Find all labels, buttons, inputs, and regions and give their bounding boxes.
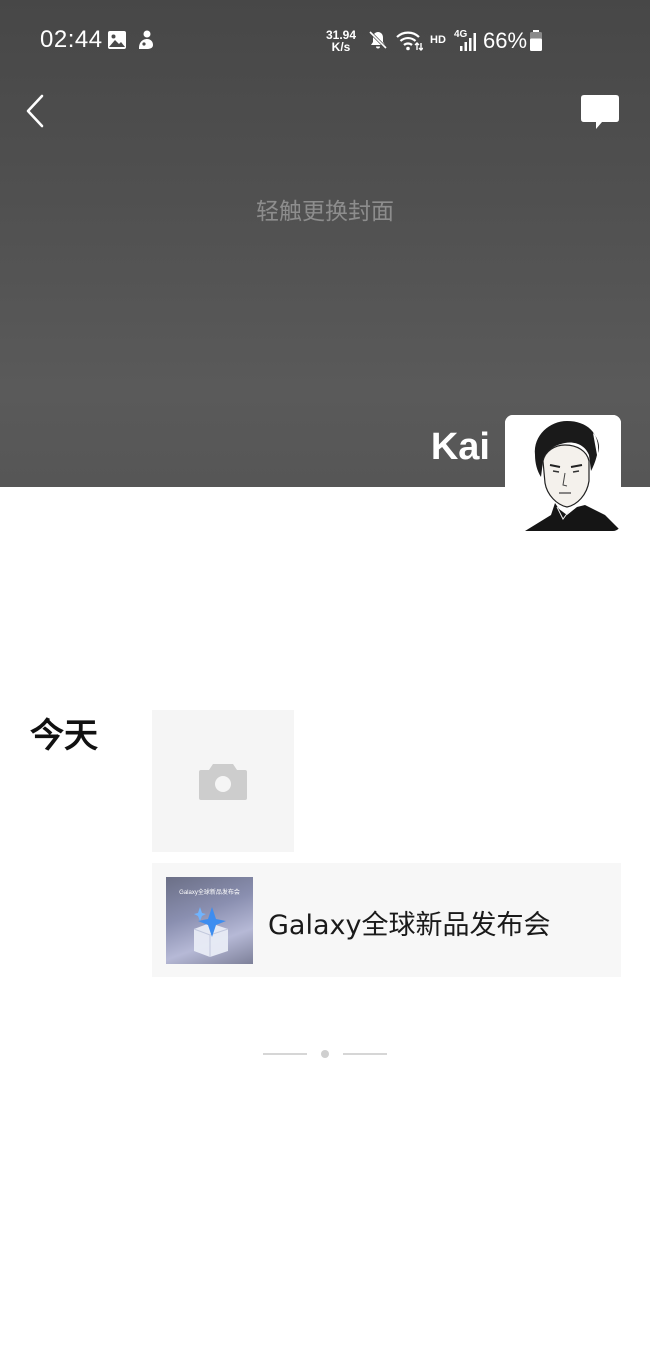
day-label: 今天	[30, 716, 98, 756]
divider-dot	[321, 1050, 329, 1058]
share-thumbnail: Galaxy全球新品发布会	[166, 877, 253, 964]
divider-line-left	[263, 1053, 307, 1055]
app-notification-icon	[136, 29, 156, 55]
wifi-icon	[395, 30, 424, 56]
net-speed: 31.94 K/s	[326, 29, 356, 53]
avatar-image	[505, 415, 621, 531]
message-icon	[581, 95, 619, 129]
chevron-left-icon	[26, 94, 44, 128]
end-of-feed-divider	[263, 1047, 387, 1061]
profile-name: Kai	[430, 426, 490, 468]
signal-icon	[458, 32, 478, 56]
net-speed-unit: K/s	[331, 40, 351, 54]
camera-icon	[199, 764, 247, 800]
shared-link-card[interactable]: Galaxy全球新品发布会 Galaxy全球新品发布会	[152, 863, 621, 977]
status-time: 02:44	[40, 26, 103, 53]
hd-label: HD	[430, 34, 446, 46]
change-cover-hint[interactable]: 轻触更换封面	[0, 192, 650, 226]
star-box-icon	[193, 907, 229, 957]
back-button[interactable]	[20, 92, 54, 130]
gallery-icon	[107, 30, 127, 54]
battery-icon	[529, 30, 543, 56]
mute-icon	[368, 30, 388, 54]
divider-line-right	[343, 1053, 387, 1055]
messages-button[interactable]	[578, 92, 622, 132]
add-photo-button[interactable]	[152, 710, 294, 852]
status-bar: 02:44 31.94 K/s HD 4G 66%	[0, 0, 650, 80]
avatar[interactable]	[505, 415, 621, 531]
battery-percent: 66%	[483, 28, 528, 53]
share-title: Galaxy全球新品发布会	[268, 910, 551, 941]
